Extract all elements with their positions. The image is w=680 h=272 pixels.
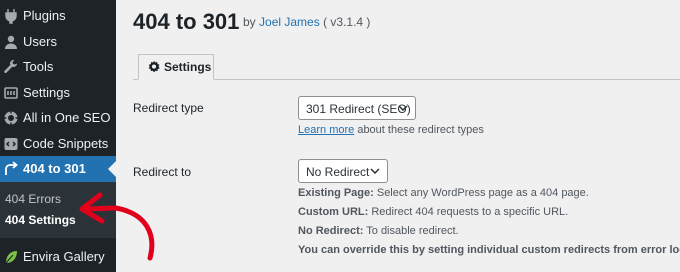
plugin-version: ( v3.1.4 ) [323, 15, 371, 29]
annotation-arrow [79, 192, 155, 261]
sidebar-item-label: Users [23, 34, 57, 49]
sidebar-item-label: Tools [23, 59, 54, 74]
plugins-icon [3, 8, 19, 24]
sidebar-item-label: Code Snippets [23, 136, 109, 151]
author-link[interactable]: Joel James [259, 15, 320, 29]
settings-icon [3, 85, 19, 101]
tab-settings[interactable]: Settings [138, 54, 214, 80]
sidebar-item-label: Plugins [23, 8, 66, 23]
help-custom-url: Custom URL: Redirect 404 requests to a s… [298, 206, 568, 218]
sidebar-item-settings[interactable]: Settings [0, 80, 116, 106]
help-text: Redirect 404 requests to a specific URL. [368, 206, 569, 218]
redirect-to-label: Redirect to [133, 165, 192, 179]
redirect-to-value: No Redirect [306, 165, 370, 179]
aioseo-icon [3, 110, 19, 126]
redirect-type-value: 301 Redirect (SEO) [306, 102, 411, 116]
help-existing-page: Existing Page: Select any WordPress page… [298, 187, 589, 199]
sidebar-item-users[interactable]: Users [0, 29, 116, 55]
envira-gallery-icon [3, 249, 19, 265]
byline-by: by [243, 15, 256, 29]
sidebar-item-all-in-one-seo[interactable]: All in One SEO [0, 105, 116, 131]
current-menu-pointer [108, 161, 116, 177]
chevron-down-icon [398, 105, 408, 111]
help-text: Select any WordPress page as a 404 page. [373, 187, 589, 199]
submenu-item-404-errors[interactable]: 404 Errors [5, 192, 61, 206]
sidebar-item-label: Settings [23, 85, 70, 100]
sidebar-item-plugins[interactable]: Plugins [0, 3, 116, 29]
redirect-type-select[interactable]: 301 Redirect (SEO) [298, 96, 416, 120]
tab-bar-border [133, 79, 680, 80]
sidebar-item-404-to-301[interactable]: 404 to 301 [0, 156, 116, 182]
help-strong: Existing Page: [298, 187, 374, 199]
sidebar-item-label: All in One SEO [23, 110, 111, 125]
override-note: You can override this by setting individ… [298, 244, 680, 256]
sidebar-item-label: 404 to 301 [23, 161, 86, 176]
sidebar-item-tools[interactable]: Tools [0, 54, 116, 80]
page-title: 404 to 301 [133, 9, 240, 34]
help-text: To disable redirect. [363, 225, 459, 237]
learn-more-link[interactable]: Learn more [298, 124, 354, 136]
tab-label: Settings [164, 60, 212, 74]
help-strong: No Redirect: [298, 225, 364, 237]
gear-icon [147, 60, 161, 74]
help-no-redirect: No Redirect: To disable redirect. [298, 225, 459, 237]
chevron-down-icon [370, 168, 380, 174]
redirect-to-select[interactable]: No Redirect [298, 159, 388, 183]
help-strong: Custom URL: [298, 206, 369, 218]
sidebar-item-code-snippets[interactable]: Code Snippets [0, 131, 116, 157]
redirect-type-help-text: about these redirect types [354, 124, 484, 136]
redirect-icon [3, 161, 19, 177]
redirect-type-help: Learn more about these redirect types [298, 124, 484, 136]
redirect-type-label: Redirect type [133, 101, 204, 115]
users-icon [3, 34, 19, 50]
tools-icon [3, 59, 19, 75]
code-snippets-icon [3, 136, 19, 152]
plugin-byline: by Joel James ( v3.1.4 ) [243, 15, 370, 29]
